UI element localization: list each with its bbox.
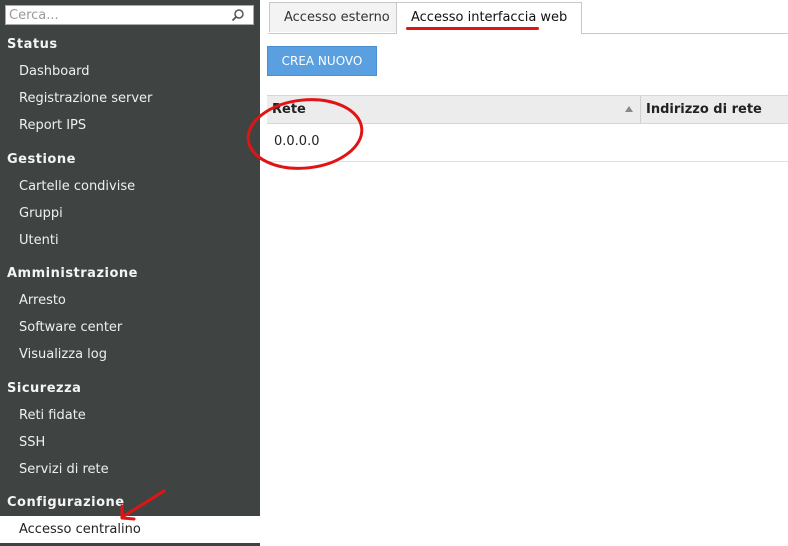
sidebar: Status Dashboard Registrazione server Re… <box>0 0 260 546</box>
search-icon[interactable] <box>231 8 245 22</box>
section-title-status: Status <box>7 37 58 52</box>
search-input[interactable] <box>6 6 229 24</box>
sidebar-item-visualizza-log[interactable]: Visualizza log <box>0 341 260 368</box>
sidebar-item-report-ips[interactable]: Report IPS <box>0 112 260 139</box>
sidebar-item-arresto[interactable]: Arresto <box>0 287 260 314</box>
sidebar-item-reti-fidate[interactable]: Reti fidate <box>0 402 260 429</box>
annotation-underline <box>406 27 539 30</box>
column-separator[interactable] <box>640 96 641 123</box>
sidebar-item-registrazione-server[interactable]: Registrazione server <box>0 85 260 112</box>
section-title-gestione: Gestione <box>7 152 76 167</box>
column-header-indirizzo-di-rete[interactable]: Indirizzo di rete <box>646 96 762 123</box>
sidebar-item-dashboard[interactable]: Dashboard <box>0 58 260 85</box>
annotation-circle <box>246 98 364 170</box>
sidebar-item-servizi-di-rete[interactable]: Servizi di rete <box>0 456 260 483</box>
sidebar-item-utenti[interactable]: Utenti <box>0 227 260 254</box>
sidebar-item-ssh[interactable]: SSH <box>0 429 260 456</box>
tab-accesso-esterno[interactable]: Accesso esterno <box>269 2 405 32</box>
search-box <box>5 5 254 25</box>
annotation-arrow <box>120 489 166 521</box>
sidebar-item-cartelle-condivise[interactable]: Cartelle condivise <box>0 173 260 200</box>
sidebar-item-gruppi[interactable]: Gruppi <box>0 200 260 227</box>
section-title-sicurezza: Sicurezza <box>7 381 82 396</box>
sidebar-item-software-center[interactable]: Software center <box>0 314 260 341</box>
section-title-configurazione: Configurazione <box>7 495 125 510</box>
create-new-button[interactable]: CREA NUOVO <box>267 46 377 76</box>
section-title-amministrazione: Amministrazione <box>7 266 138 281</box>
sort-ascending-icon <box>625 106 633 112</box>
